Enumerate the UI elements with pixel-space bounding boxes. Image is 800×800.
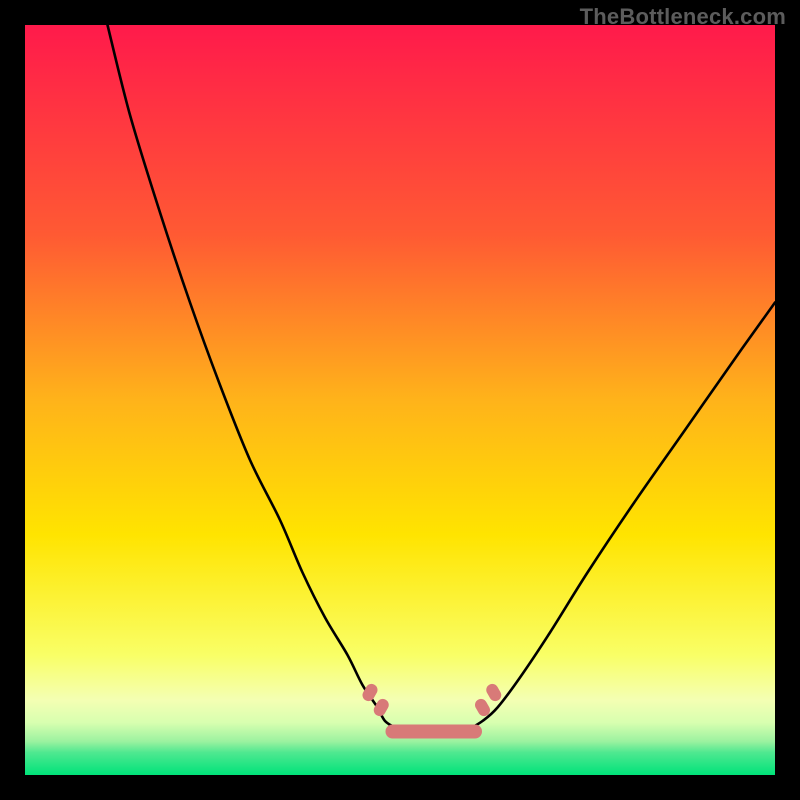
chart-svg: [25, 25, 775, 775]
watermark-text: TheBottleneck.com: [580, 4, 786, 30]
plot-area: [25, 25, 775, 775]
chart-frame: TheBottleneck.com: [0, 0, 800, 800]
